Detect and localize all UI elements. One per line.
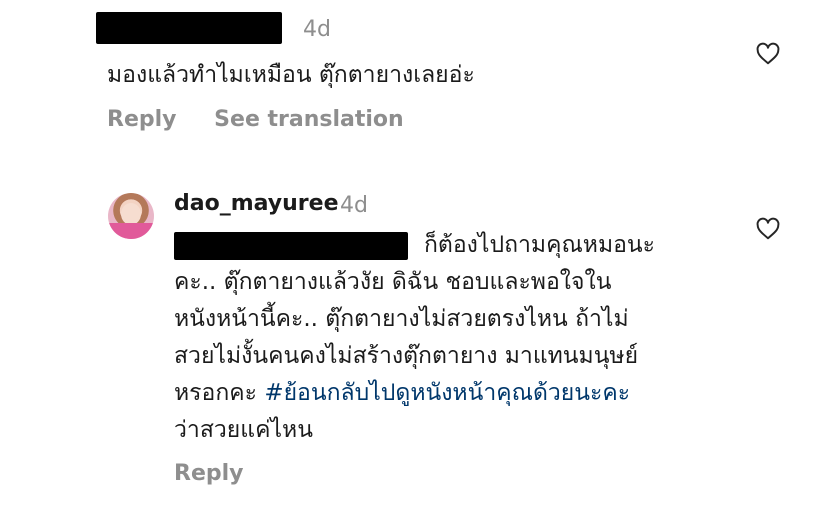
redacted-username xyxy=(96,12,282,44)
reply-actions: Reply xyxy=(174,461,274,486)
redacted-mention xyxy=(174,232,408,260)
hashtag-link[interactable]: #ย้อนกลับไปดูหนังหน้าคุณด้วยนะคะ xyxy=(264,380,630,406)
reply-line-5-text: หรอกคะ xyxy=(174,380,265,406)
see-translation-button[interactable]: See translation xyxy=(214,107,404,132)
reply-line-2: คะ.. ตุ๊กตายางแล้วงัย ดิฉัน ชอบและพอใจใน xyxy=(174,269,612,295)
reply-username[interactable]: dao_mayuree xyxy=(174,191,339,216)
comment-time: 4d xyxy=(303,17,331,42)
reply-line-3: หนังหน้านี้คะ.. ตุ๊กตายางไม่สวยตรงไหน ถ้… xyxy=(174,306,629,332)
reply-button[interactable]: Reply xyxy=(107,107,177,132)
reply-button-2[interactable]: Reply xyxy=(174,461,244,486)
reply-line-4: สวยไม่งั้นคนคงไม่สร้างตุ๊กตายาง มาแทนมนุ… xyxy=(174,343,639,369)
heart-outline-icon[interactable] xyxy=(755,216,781,242)
reply-line-6: ว่าสวยแค่ไหน xyxy=(174,417,313,443)
avatar[interactable] xyxy=(108,193,154,239)
comment-actions: Reply See translation xyxy=(107,107,434,132)
heart-outline-icon[interactable] xyxy=(755,41,781,67)
reply-line-5: หรอกคะ #ย้อนกลับไปดูหนังหน้าคุณด้วยนะคะ xyxy=(174,375,630,412)
comment-text: มองแล้วทำไมเหมือน ตุ๊กตายางเลยอ่ะ xyxy=(107,62,475,88)
reply-time: 4d xyxy=(340,193,368,218)
reply-line-1: ก็ต้องไปถามคุณหมอนะ xyxy=(424,232,656,258)
